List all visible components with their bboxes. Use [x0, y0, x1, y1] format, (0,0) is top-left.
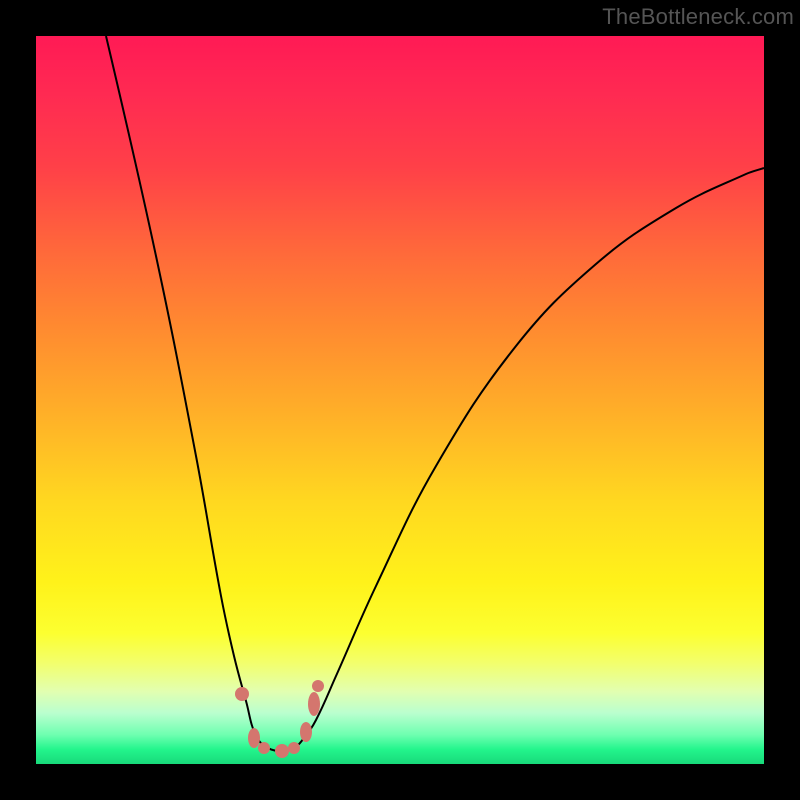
bottleneck-curve — [106, 36, 764, 751]
curve-marker — [288, 742, 300, 754]
curve-marker — [275, 744, 289, 758]
curve-marker — [308, 692, 320, 716]
watermark-text: TheBottleneck.com — [602, 4, 794, 30]
curve-marker — [248, 728, 260, 748]
curve-marker — [235, 687, 249, 701]
chart-svg — [36, 36, 764, 764]
curve-marker — [300, 722, 312, 742]
curve-marker — [312, 680, 324, 692]
chart-plot-area — [36, 36, 764, 764]
curve-markers-group — [235, 680, 324, 758]
curve-marker — [258, 742, 270, 754]
